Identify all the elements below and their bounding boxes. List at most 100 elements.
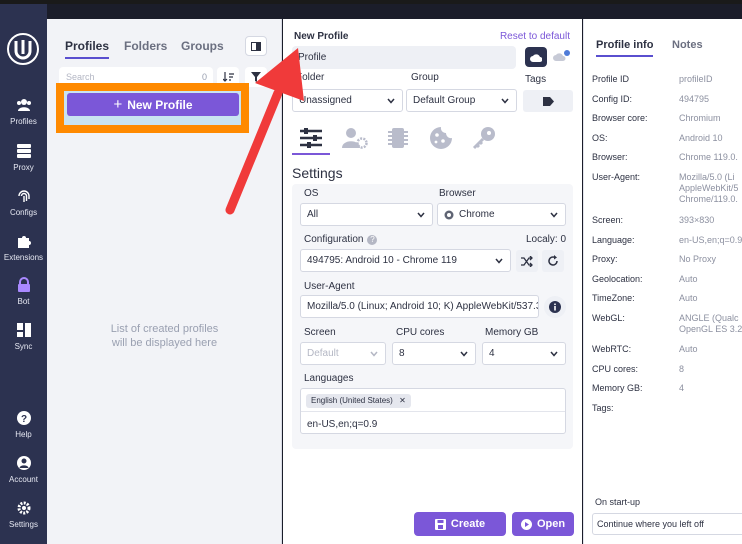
nav-proxy[interactable]: Proxy xyxy=(0,142,47,182)
info-value: ANGLE (Qualc OpenGL ES 3.2 xyxy=(679,313,742,334)
info-key: CPU cores: xyxy=(592,364,639,374)
group-select[interactable]: Default Group xyxy=(406,89,517,112)
profile-name-input[interactable] xyxy=(292,46,516,69)
info-key: WebRTC: xyxy=(592,344,632,354)
new-profile-button[interactable]: + New Profile xyxy=(67,93,239,116)
search-placeholder: Search xyxy=(66,72,95,82)
main-nav: Profiles Proxy Configs Extensions Bot Sy… xyxy=(0,4,47,544)
languages-input[interactable]: English (United States) ✕ en-US,en;q=0.9 xyxy=(300,388,566,434)
new-profile-form: New Profile Reset to default Folder Unas… xyxy=(283,19,582,544)
puzzle-icon xyxy=(15,232,33,250)
tab-profiles[interactable]: Profiles xyxy=(65,39,110,59)
tab-cookies[interactable] xyxy=(423,123,459,153)
info-value: 494795 xyxy=(679,94,710,104)
nav-label: Extensions xyxy=(3,253,44,262)
configuration-select[interactable]: 494795: Android 10 - Chrome 119 xyxy=(300,249,511,272)
cpu-cores-value: 8 xyxy=(399,348,405,359)
nav-label: Account xyxy=(9,475,38,484)
shuffle-icon xyxy=(521,255,533,267)
tab-user-settings[interactable] xyxy=(337,123,373,153)
cloud-lock-icon[interactable] xyxy=(553,50,571,62)
info-key: Profile ID xyxy=(592,74,630,84)
info-key: TimeZone: xyxy=(592,293,635,303)
browser-value: Chrome xyxy=(459,209,495,220)
nav-configs[interactable]: Configs xyxy=(0,187,47,227)
tags-button[interactable] xyxy=(523,90,573,112)
on-startup-value: Continue where you left off xyxy=(597,519,704,529)
open-label: Open xyxy=(536,518,566,530)
configuration-label: Configuration? xyxy=(304,234,378,245)
shuffle-config-button[interactable] xyxy=(516,250,538,272)
tab-folders[interactable]: Folders xyxy=(124,39,167,53)
profile-count: 0 xyxy=(201,72,207,82)
info-key: Language: xyxy=(592,235,635,245)
open-button[interactable]: Open xyxy=(512,512,574,536)
empty-line-1: List of created profiles xyxy=(110,323,219,335)
memory-select[interactable]: 4 xyxy=(482,342,566,365)
info-key: Proxy: xyxy=(592,254,618,264)
chevron-down-icon xyxy=(370,351,378,357)
close-icon[interactable]: ✕ xyxy=(399,396,406,405)
tab-notes[interactable]: Notes xyxy=(672,39,703,51)
nav-account[interactable]: Account xyxy=(0,454,47,494)
info-value: 393×830 xyxy=(679,215,715,225)
nav-extensions[interactable]: Extensions xyxy=(0,232,47,272)
info-key: Browser core: xyxy=(592,113,648,123)
user-gear-icon xyxy=(342,128,368,149)
info-key: Config ID: xyxy=(592,94,633,104)
tab-passwords[interactable] xyxy=(466,123,502,153)
nav-label: Settings xyxy=(9,520,38,529)
divider xyxy=(301,411,565,412)
chevron-down-icon xyxy=(417,212,425,218)
chevron-down-icon xyxy=(501,98,509,104)
empty-state: List of created profiles will be display… xyxy=(47,322,282,350)
nav-sync[interactable]: Sync xyxy=(0,321,47,361)
app-logo-icon xyxy=(7,33,39,65)
configuration-value: 494795: Android 10 - Chrome 119 xyxy=(307,255,457,266)
info-value: 4 xyxy=(679,383,685,393)
user-agent-value: Mozilla/5.0 (Linux; Android 10; K) Apple… xyxy=(307,301,539,312)
chevron-down-icon xyxy=(495,258,503,264)
tab-groups[interactable]: Groups xyxy=(181,39,224,53)
nav-settings[interactable]: Settings xyxy=(0,499,47,539)
info-value: 8 xyxy=(679,364,685,374)
info-key: OS: xyxy=(592,133,608,143)
cloud-icon xyxy=(530,53,542,62)
language-chip[interactable]: English (United States) ✕ xyxy=(306,394,411,408)
info-key: Memory GB: xyxy=(592,383,643,393)
account-icon xyxy=(15,454,33,472)
create-label: Create xyxy=(450,518,486,530)
screen-select[interactable]: Default xyxy=(300,342,386,365)
browser-select[interactable]: Chrome xyxy=(437,203,566,226)
on-startup-select[interactable]: Continue where you left off xyxy=(592,513,742,535)
users-icon xyxy=(15,96,33,114)
info-value: en-US,en;q=0.9 xyxy=(679,235,742,245)
nav-bot[interactable]: Bot xyxy=(0,276,47,316)
cloud-button[interactable] xyxy=(525,47,547,67)
memory-label: Memory GB xyxy=(485,327,539,338)
info-value: Mozilla/5.0 (Li AppleWebKit/5 Chrome/119… xyxy=(679,172,739,204)
svg-text:?: ? xyxy=(20,414,26,425)
chip-icon xyxy=(388,128,408,148)
info-key: Tags: xyxy=(592,403,614,413)
user-agent-label: User-Agent xyxy=(304,281,355,292)
refresh-config-button[interactable] xyxy=(542,250,564,272)
on-startup-label: On start-up xyxy=(595,497,641,507)
memory-value: 4 xyxy=(489,348,495,359)
create-button[interactable]: Create xyxy=(414,512,506,536)
server-icon xyxy=(15,142,33,160)
nav-profiles[interactable]: Profiles xyxy=(0,96,47,136)
user-agent-input[interactable]: Mozilla/5.0 (Linux; Android 10; K) Apple… xyxy=(300,295,539,318)
chevron-down-icon xyxy=(460,351,468,357)
info-icon[interactable]: ? xyxy=(367,234,378,245)
key-icon xyxy=(472,127,495,150)
tab-hardware[interactable] xyxy=(380,123,416,153)
cpu-cores-select[interactable]: 8 xyxy=(392,342,476,365)
red-arrow-annotation xyxy=(225,48,304,215)
nav-help[interactable]: ? Help xyxy=(0,409,47,449)
reset-to-default-link[interactable]: Reset to default xyxy=(500,31,570,42)
user-agent-info-button[interactable] xyxy=(544,296,566,318)
tab-profile-info[interactable]: Profile info xyxy=(596,39,654,57)
info-key: Screen: xyxy=(592,215,624,225)
info-value: Auto xyxy=(679,274,698,284)
